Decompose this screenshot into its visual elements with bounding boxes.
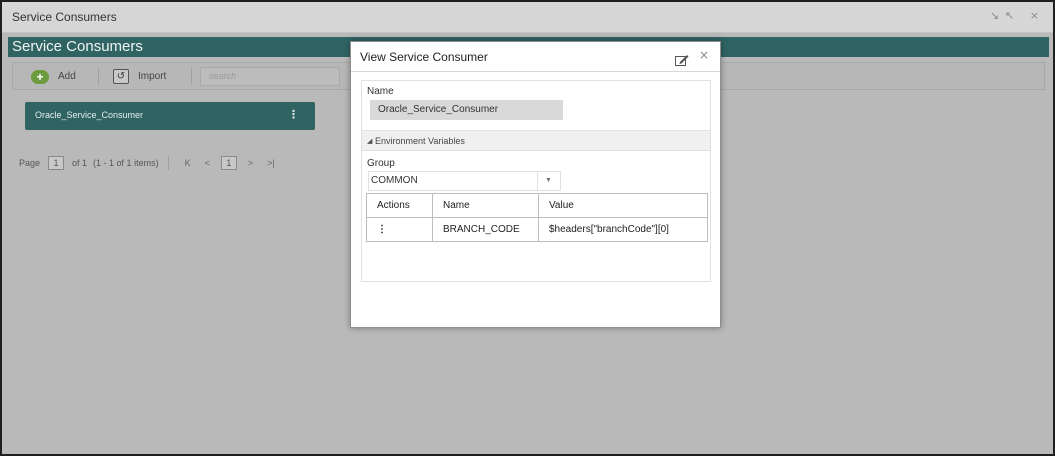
next-page-icon[interactable]: >: [248, 158, 253, 168]
collapse-triangle-icon: ◢: [367, 138, 373, 145]
add-button[interactable]: + Add: [31, 67, 76, 86]
close-icon[interactable]: ×: [699, 48, 709, 62]
column-header: Actions: [366, 193, 433, 218]
kebab-menu-icon[interactable]: ⋮: [288, 108, 299, 121]
group-select[interactable]: COMMON ▼: [368, 171, 561, 191]
name-label: Name: [367, 86, 394, 97]
group-value: COMMON: [371, 175, 418, 186]
page-button[interactable]: 1: [220, 156, 237, 170]
service-consumer-card[interactable]: Oracle_Service_Consumer ⋮: [25, 102, 315, 130]
dialog-body: Name Oracle_Service_Consumer ◢ Environme…: [361, 80, 711, 282]
page-count: of 1: [72, 158, 88, 168]
toolbar-divider: [191, 68, 192, 85]
import-button[interactable]: ↺ Import: [113, 67, 166, 86]
import-icon: ↺: [113, 69, 129, 84]
row-value: $headers["branchCode"][0]: [538, 217, 708, 242]
env-variables-table: Actions Name Value ⋮ BRANCH_CODE $header…: [366, 193, 708, 242]
window-title: Service Consumers: [12, 10, 117, 24]
table-header-row: Actions Name Value: [366, 193, 708, 218]
search-input[interactable]: search: [200, 67, 340, 86]
dialog-header: View Service Consumer ×: [351, 42, 720, 72]
first-page-icon[interactable]: K: [185, 158, 191, 168]
page-number-input[interactable]: 1: [48, 156, 65, 170]
column-header: Name: [432, 193, 539, 218]
column-header: Value: [538, 193, 708, 218]
row-name: BRANCH_CODE: [432, 217, 539, 242]
card-label: Oracle_Service_Consumer: [35, 110, 144, 120]
pager-divider: [167, 156, 169, 170]
pagination: Page 1 of 1 (1 - 1 of 1 items) K < 1 > >…: [19, 154, 282, 172]
import-label: Import: [138, 71, 167, 82]
toolbar-divider: [98, 68, 99, 85]
table-row: ⋮ BRANCH_CODE $headers["branchCode"][0]: [366, 217, 708, 242]
environment-variables-section[interactable]: ◢ Environment Variables: [362, 130, 710, 151]
window-titlebar: Service Consumers ↘↖ ×: [2, 2, 1053, 33]
window-controls-icon[interactable]: ↘↖ ×: [990, 9, 1045, 22]
chevron-down-icon[interactable]: ▼: [537, 172, 559, 190]
page-title: Service Consumers: [12, 38, 143, 55]
dialog-title: View Service Consumer: [360, 50, 488, 64]
name-field: Oracle_Service_Consumer: [370, 100, 563, 120]
last-page-icon[interactable]: >|: [267, 158, 275, 168]
row-actions-icon[interactable]: ⋮: [366, 217, 433, 242]
section-label: Environment Variables: [375, 136, 465, 146]
plus-icon: +: [31, 69, 49, 84]
page-label: Page: [19, 158, 41, 168]
group-label: Group: [367, 158, 395, 169]
items-count: (1 - 1 of 1 items): [93, 158, 159, 168]
view-service-consumer-dialog: View Service Consumer × Name Oracle_Serv…: [350, 41, 721, 328]
add-label: Add: [58, 71, 76, 82]
prev-page-icon[interactable]: <: [205, 158, 210, 168]
edit-icon[interactable]: [675, 51, 689, 66]
app-window: Service Consumers ↘↖ × Service Consumers…: [0, 0, 1055, 456]
